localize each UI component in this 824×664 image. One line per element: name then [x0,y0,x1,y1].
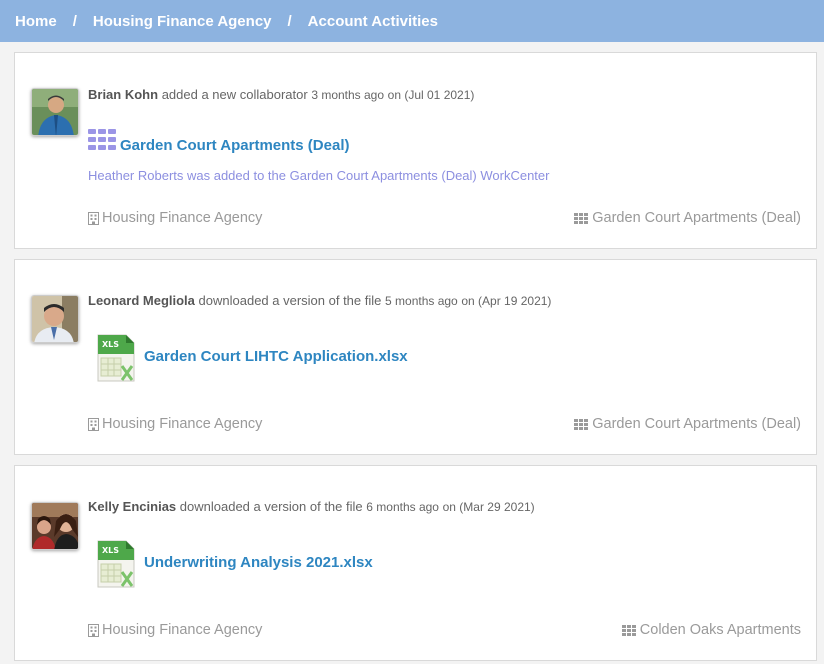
building-icon [88,211,99,225]
xls-label: XLS [102,546,119,555]
avatar[interactable] [31,88,79,136]
activity-card: Brian Kohn added a new collaborator 3 mo… [14,52,817,249]
deal-link[interactable]: Colden Oaks Apartments [621,622,801,638]
xls-file-icon: XLS [97,540,135,588]
actor-name[interactable]: Leonard Megliola [88,293,195,308]
agency-link[interactable]: Housing Finance Agency [88,622,262,638]
building-icon [88,623,99,637]
avatar[interactable] [31,502,79,550]
action-text: downloaded a version of the file [198,293,382,308]
activity-card: Kelly Encinias downloaded a version of t… [14,465,817,661]
time-ago: 5 months ago [385,294,458,308]
activity-date: on (Jul 01 2021) [387,88,475,102]
agency-link[interactable]: Housing Finance Agency [88,416,262,432]
actor-name[interactable]: Brian Kohn [88,87,158,102]
footer-agency: Housing Finance Agency [102,416,263,432]
deal-link[interactable]: Garden Court Apartments (Deal) [574,416,801,432]
footer-agency: Housing Finance Agency [102,210,263,226]
grid-icon [574,418,589,430]
time-ago: 3 months ago [311,88,385,102]
breadcrumb-current: Account Activities [307,12,438,30]
footer-deal: Garden Court Apartments (Deal) [592,416,801,432]
activity-description: Heather Roberts was added to the Garden … [88,168,550,183]
activity-headline: Brian Kohn added a new collaborator 3 mo… [88,87,474,102]
action-text: downloaded a version of the file [179,499,363,514]
grid-icon [574,212,589,224]
footer-deal: Colden Oaks Apartments [639,622,801,638]
activity-date: on (Mar 29 2021) [442,500,535,514]
agency-link[interactable]: Housing Finance Agency [88,210,262,226]
activity-headline: Leonard Megliola downloaded a version of… [88,293,551,308]
activity-headline: Kelly Encinias downloaded a version of t… [88,499,535,514]
actor-name[interactable]: Kelly Encinias [88,499,176,514]
building-icon [88,417,99,431]
activity-object-link[interactable]: Garden Court LIHTC Application.xlsx [144,348,408,365]
activity-object-link[interactable]: Underwriting Analysis 2021.xlsx [144,554,373,571]
footer-agency: Housing Finance Agency [102,622,263,638]
breadcrumb-separator: / [287,12,292,30]
time-ago: 6 months ago [366,500,439,514]
breadcrumb-home[interactable]: Home [15,13,57,30]
breadcrumb: Home / Housing Finance Agency / Account … [0,0,824,42]
xls-label: XLS [102,340,119,349]
footer-deal: Garden Court Apartments (Deal) [592,210,801,226]
action-text: added a new collaborator [161,87,308,102]
avatar[interactable] [31,295,79,343]
activity-object-link[interactable]: Garden Court Apartments (Deal) [120,137,349,154]
breadcrumb-agency[interactable]: Housing Finance Agency [93,13,272,30]
grid-icon [621,624,636,636]
deal-grid-icon [88,129,116,150]
breadcrumb-separator: / [72,12,77,30]
activity-card: Leonard Megliola downloaded a version of… [14,259,817,455]
xls-file-icon: XLS [97,334,135,382]
activity-date: on (Apr 19 2021) [461,294,552,308]
deal-link[interactable]: Garden Court Apartments (Deal) [574,210,801,226]
